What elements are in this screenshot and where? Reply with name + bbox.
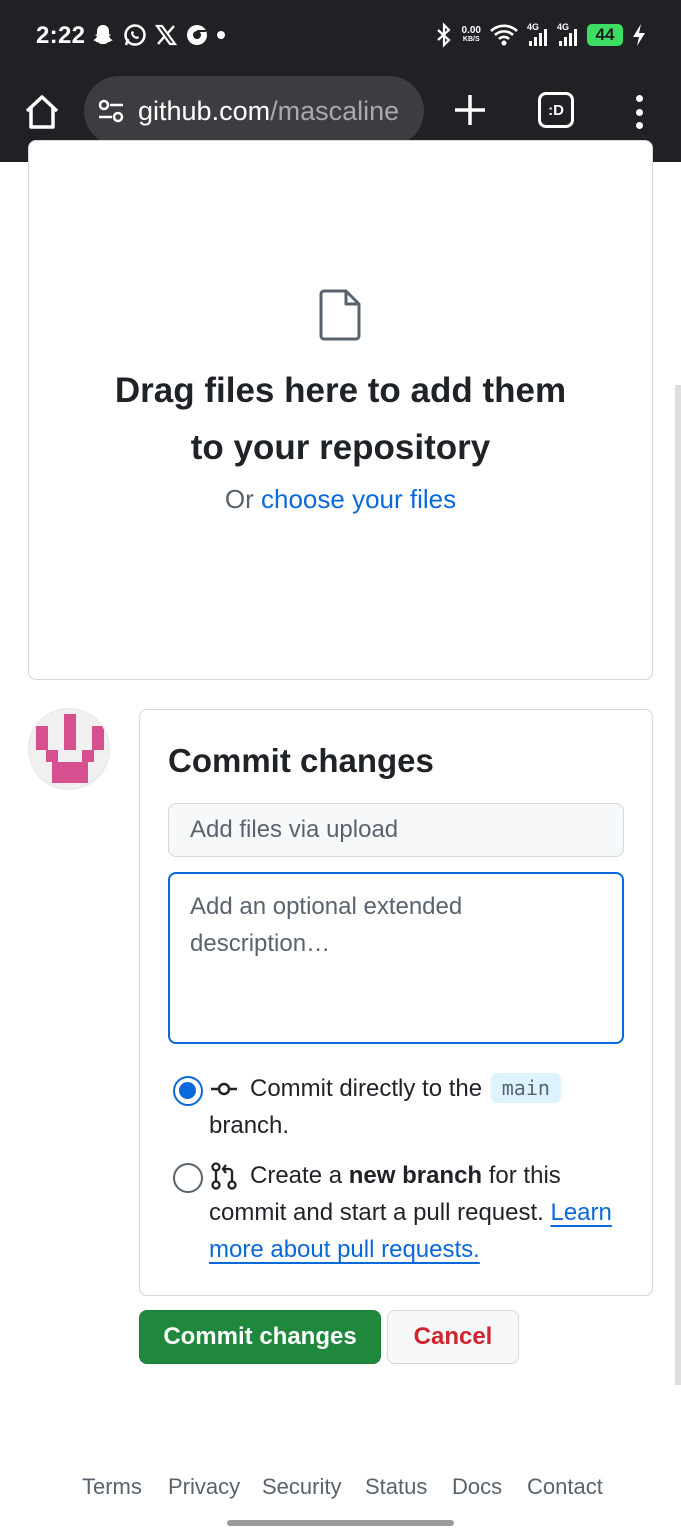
footer-link-terms[interactable]: Terms <box>82 1474 142 1500</box>
home-icon[interactable] <box>22 92 62 132</box>
commit-direct-text-after: branch. <box>209 1112 290 1139</box>
new-branch-text: Create a <box>250 1162 349 1189</box>
new-branch-label[interactable]: Create a new branch for this commit and … <box>209 1157 629 1268</box>
commit-changes-button[interactable]: Commit changes <box>139 1310 381 1364</box>
x-icon <box>154 22 178 48</box>
dot-icon <box>216 22 226 48</box>
url-host: github.com <box>138 95 271 126</box>
footer-link-contact[interactable]: Contact <box>527 1474 603 1500</box>
commit-direct-text: Commit directly to the <box>250 1075 489 1102</box>
dropzone-title-line-2: to your repository <box>190 428 491 467</box>
footer-link-security[interactable]: Security <box>262 1474 341 1500</box>
commit-direct-radio[interactable] <box>173 1076 203 1106</box>
new-branch-radio[interactable] <box>173 1163 203 1193</box>
battery-indicator: 44 <box>587 24 623 46</box>
cancel-button[interactable]: Cancel <box>387 1310 519 1364</box>
snapchat-icon <box>90 22 116 48</box>
commit-summary-input[interactable] <box>168 803 624 857</box>
charging-icon <box>631 22 647 48</box>
new-tab-icon[interactable] <box>450 90 490 130</box>
chrome-icon <box>184 22 210 48</box>
data-speed-unit: KB/S <box>462 36 480 43</box>
commit-panel-title: Commit changes <box>168 742 434 779</box>
more-options-icon[interactable] <box>626 92 652 132</box>
data-speed: 0.00 KB/S <box>462 22 481 48</box>
dropzone-sub-prefix: Or <box>224 484 261 514</box>
gesture-handle[interactable] <box>227 1520 454 1526</box>
signal-icon-2: 4G <box>557 22 579 48</box>
commit-direct-label[interactable]: Commit directly to the main branch. <box>209 1070 629 1144</box>
url-text: github.com/mascaline <box>138 96 399 127</box>
address-bar[interactable]: github.com/mascaline <box>84 76 424 146</box>
site-settings-icon[interactable] <box>96 96 126 126</box>
branch-name-chip: main <box>490 1073 561 1103</box>
whatsapp-icon <box>122 22 148 48</box>
scrollbar[interactable] <box>675 385 681 1385</box>
footer-link-status[interactable]: Status <box>365 1474 427 1500</box>
file-icon <box>318 289 362 341</box>
footer-link-privacy[interactable]: Privacy <box>168 1474 240 1500</box>
wifi-icon <box>489 22 519 48</box>
signal-icon-1: 4G <box>527 22 549 48</box>
choose-files-link[interactable]: choose your files <box>261 484 456 514</box>
new-branch-bold: new branch <box>348 1162 483 1189</box>
url-path: /mascaline <box>270 95 400 126</box>
footer-link-docs[interactable]: Docs <box>452 1474 502 1500</box>
data-speed-value: 0.00 <box>461 25 481 36</box>
avatar[interactable] <box>28 708 110 790</box>
dropzone-title: Drag files here to add them to your repo… <box>28 362 653 476</box>
dropzone-subtitle: Or choose your files <box>28 484 653 515</box>
bluetooth-icon <box>434 22 454 48</box>
commit-description-input[interactable] <box>168 872 624 1044</box>
status-bar: 2:22 0.00 KB/S 4G 4G 44 <box>0 0 681 72</box>
tab-switcher-button[interactable]: :D <box>538 92 574 128</box>
dropzone-title-line-1: Drag files here to add them <box>114 371 567 410</box>
status-time: 2:22 <box>36 22 86 49</box>
